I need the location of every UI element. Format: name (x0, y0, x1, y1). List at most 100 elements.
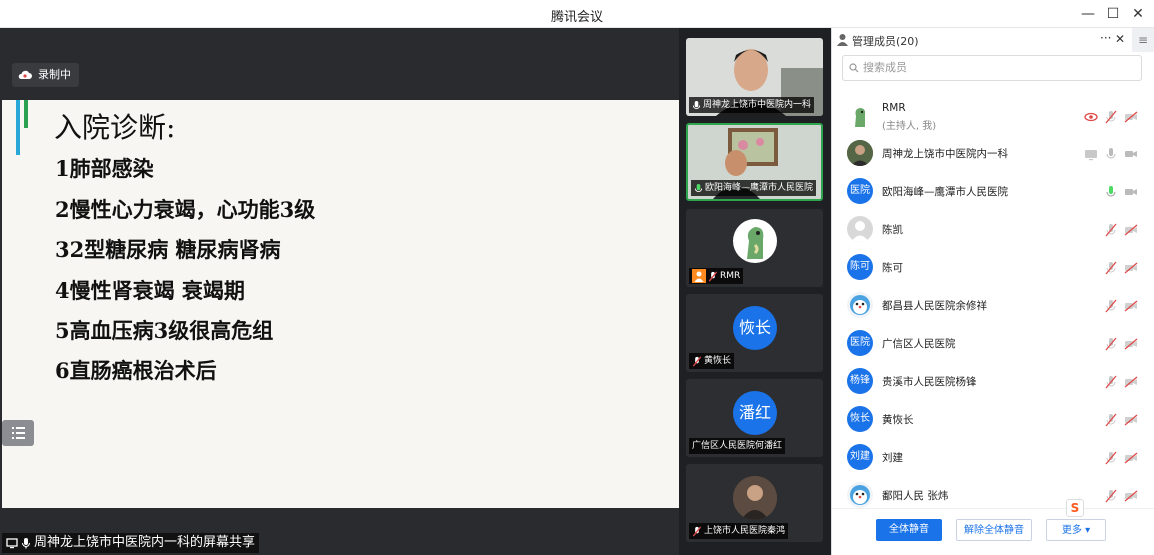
recording-icon (1084, 109, 1098, 123)
members-icon (837, 34, 848, 46)
microphone-muted-icon[interactable] (1104, 488, 1118, 503)
tile-name: RMR (720, 271, 741, 281)
microphone-muted-icon[interactable] (1104, 374, 1118, 389)
member-avatar: 陈可 (847, 254, 873, 280)
panel-menu-button[interactable]: ≡ (1132, 28, 1154, 52)
camera-off-icon[interactable] (1124, 260, 1138, 274)
dino-avatar (733, 219, 777, 263)
slide-line: 32型糖尿病 糖尿病肾病 (55, 237, 281, 262)
unmute-all-button[interactable]: 解除全体静音 (956, 519, 1032, 541)
member-name: 陈凯 (882, 224, 903, 236)
member-avatar: 恢长 (847, 406, 873, 432)
camera-icon[interactable] (1124, 146, 1138, 160)
microphone-muted-icon[interactable] (1104, 260, 1118, 275)
camera-off-icon[interactable] (1124, 109, 1138, 123)
mute-all-button[interactable]: 全体静音 (876, 519, 942, 541)
cloud-icon (18, 70, 32, 79)
slide-line: 4慢性肾衰竭 衰竭期 (55, 278, 245, 303)
share-label-text: 周神龙上饶市中医院内一科的屏幕共享 (34, 535, 256, 550)
close-button[interactable]: ✕ (1128, 4, 1148, 24)
slide-list-button[interactable] (2, 420, 34, 446)
member-row[interactable]: 恢长 黄恢长 (832, 400, 1142, 438)
member-row[interactable]: RMR (主持人, 我) (832, 97, 1142, 135)
cartoon-avatar-icon (847, 482, 873, 508)
microphone-muted-icon (692, 526, 702, 536)
tile-name: 广信区人民医院何潘红 (692, 441, 783, 451)
video-tile-active[interactable]: 欧阳海峰—鹰潭市人民医院 (686, 123, 823, 201)
member-row[interactable]: 医院 欧阳海峰—鹰潭市人民医院 (832, 172, 1142, 210)
slide-line: 1肺部感染 (55, 156, 154, 181)
video-strip: 周神龙上饶市中医院内一科 欧阳海峰—鹰潭市人民医院 RMR 恢长 黄恢长 潘红 … (679, 28, 831, 555)
microphone-muted-icon[interactable] (1104, 336, 1118, 351)
person-photo-icon (733, 476, 777, 520)
camera-off-icon[interactable] (1124, 298, 1138, 312)
slide-line: 6直肠癌根治术后 (55, 358, 217, 383)
camera-off-icon[interactable] (1124, 374, 1138, 388)
member-row[interactable]: 陈可 陈可 (832, 248, 1142, 286)
camera-off-icon[interactable] (1124, 488, 1138, 502)
tile-name: 欧阳海峰—鹰潭市人民医院 (705, 183, 814, 193)
screen-share-icon (6, 538, 18, 549)
dinosaur-avatar-icon (847, 103, 873, 129)
camera-off-icon[interactable] (1124, 222, 1138, 236)
microphone-muted-icon[interactable] (1104, 450, 1118, 465)
member-row[interactable]: 刘建 刘建 (832, 438, 1142, 476)
member-management-panel: 管理成员(20) ··· ✕ ≡ 搜索成员 RMR (主持人, 我) 周神龙上饶市中… (831, 28, 1154, 555)
member-row[interactable]: 周神龙上饶市中医院内一科 (832, 134, 1142, 172)
member-name: 广信区人民医院 (882, 338, 956, 350)
photo-avatar-icon (847, 140, 873, 166)
video-tile[interactable]: 上饶市人民医院秦鸿 (686, 464, 823, 542)
microphone-active-icon (694, 183, 703, 192)
maximize-button[interactable]: ☐ (1103, 4, 1123, 24)
microphone-icon[interactable] (1104, 146, 1118, 160)
search-icon (849, 63, 859, 73)
slide-accent-bar-green (24, 100, 28, 128)
panel-title: 管理成员(20) (852, 35, 919, 48)
member-row[interactable]: 杨锋 贵溪市人民医院杨锋 (832, 362, 1142, 400)
microphone-muted-icon[interactable] (1104, 298, 1118, 313)
tile-name: 周神龙上饶市中医院内一科 (703, 100, 812, 110)
member-search-input[interactable]: 搜索成员 (842, 55, 1142, 81)
microphone-muted-icon[interactable] (1104, 109, 1118, 124)
panel-close-button[interactable]: ✕ (1115, 32, 1125, 46)
member-row[interactable]: 陈凯 (832, 210, 1142, 248)
participant-avatar: 恢长 (733, 306, 777, 350)
microphone-active-icon[interactable] (1104, 184, 1118, 198)
tile-label: 周神龙上饶市中医院内一科 (689, 97, 815, 113)
sogou-input-icon[interactable]: S (1066, 499, 1084, 517)
member-avatar: 医院 (847, 330, 873, 356)
member-name: 都昌县人民医院余修祥 (882, 300, 987, 312)
member-name: 刘建 (882, 452, 903, 464)
window-title: 腾讯会议 (550, 10, 603, 25)
member-name: 鄱阳人民 张炜 (882, 490, 949, 502)
minimize-button[interactable]: — (1078, 4, 1098, 24)
video-tile[interactable]: RMR (686, 209, 823, 287)
slide-heading: 入院诊断: (54, 111, 176, 144)
camera-off-icon[interactable] (1124, 450, 1138, 464)
microphone-muted-icon[interactable] (1104, 222, 1118, 237)
default-avatar-icon (847, 216, 873, 242)
video-tile[interactable]: 潘红 广信区人民医院何潘红 (686, 379, 823, 457)
tile-name: 上饶市人民医院秦鸿 (704, 526, 786, 536)
tile-name: 黄恢长 (704, 356, 732, 366)
member-row[interactable]: 医院 广信区人民医院 (832, 324, 1142, 362)
slide-line: 2慢性心力衰竭，心功能3级 (55, 197, 316, 222)
camera-off-icon[interactable] (1124, 336, 1138, 350)
recording-badge[interactable]: 录制中 (12, 63, 79, 87)
member-role: (主持人, 我) (882, 121, 937, 132)
microphone-muted-icon[interactable] (1104, 412, 1118, 427)
camera-off-icon[interactable] (1124, 412, 1138, 426)
camera-icon[interactable] (1124, 184, 1138, 198)
member-row[interactable]: 都昌县人民医院余修祥 (832, 286, 1142, 324)
more-options-button[interactable]: ··· (1100, 31, 1111, 45)
member-name: RMR (882, 102, 906, 114)
video-tile[interactable]: 周神龙上饶市中医院内一科 (686, 38, 823, 116)
member-avatar: 医院 (847, 178, 873, 204)
video-tile[interactable]: 恢长 黄恢长 (686, 294, 823, 372)
panel-header: 管理成员(20) ··· ✕ (832, 28, 1132, 52)
more-button[interactable]: 更多 ▾ (1046, 519, 1106, 541)
member-name: 周神龙上饶市中医院内一科 (882, 148, 1008, 160)
member-name: 贵溪市人民医院杨锋 (882, 376, 977, 388)
list-icon (12, 427, 25, 439)
tile-label: 欧阳海峰—鹰潭市人民医院 (691, 180, 817, 196)
